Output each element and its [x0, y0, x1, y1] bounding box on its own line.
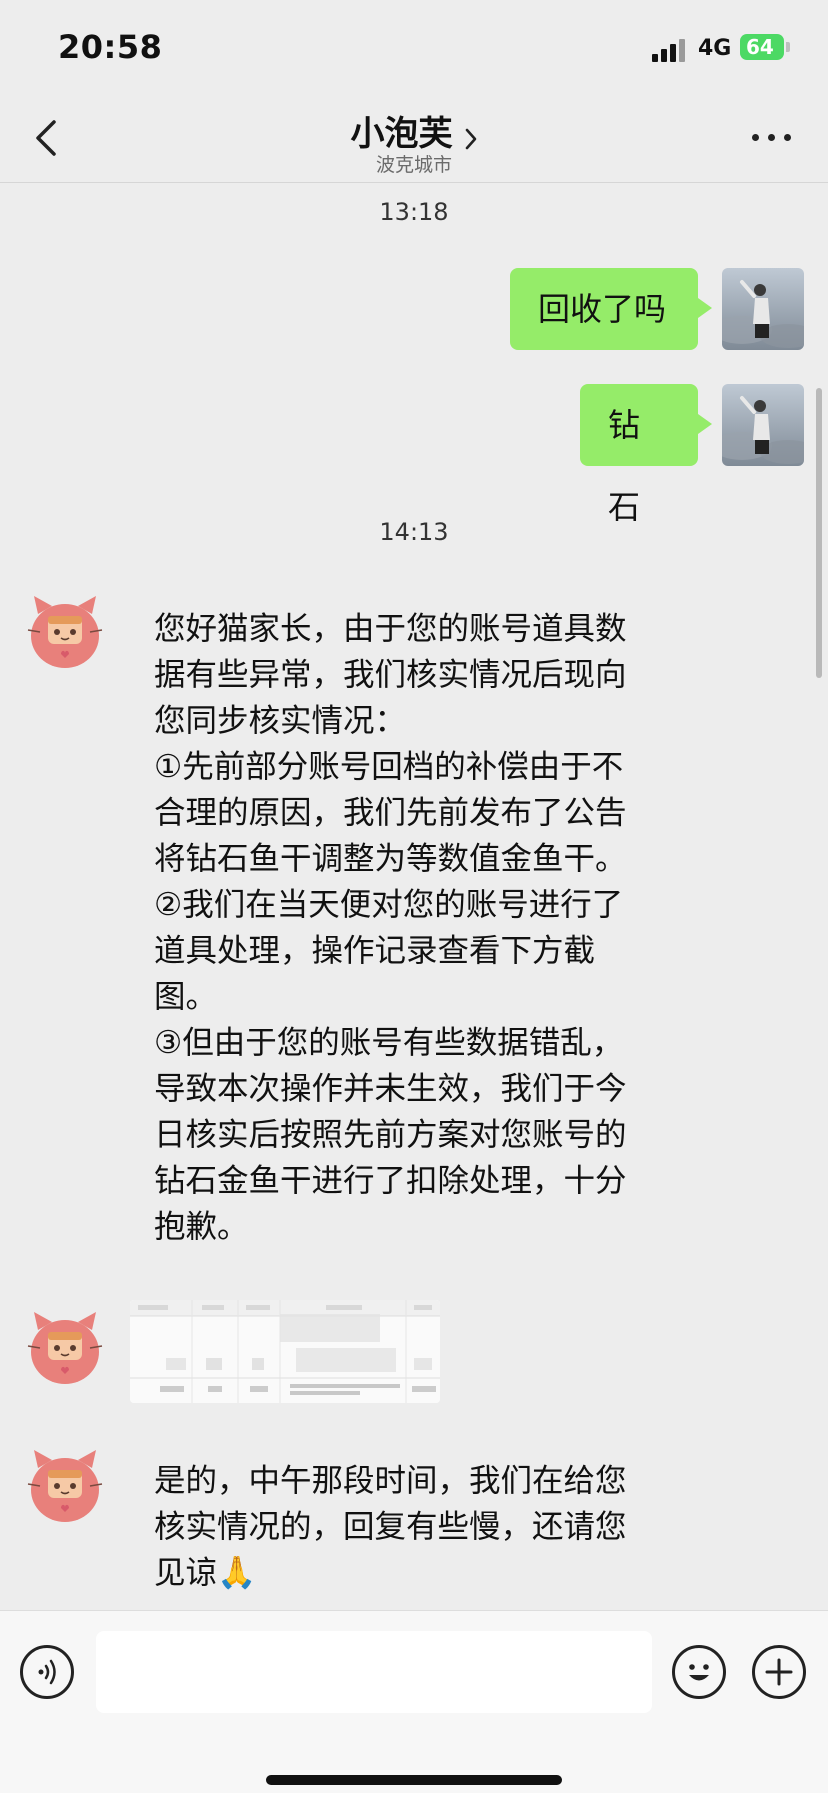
- cat-avatar[interactable]: [24, 1444, 106, 1526]
- battery-level: 64: [746, 35, 774, 59]
- input-bar: [0, 1610, 828, 1793]
- message-line: 钻石金鱼干进行了扣除处理，十分: [154, 1163, 627, 1199]
- message-line: 图。: [154, 979, 218, 1015]
- battery-icon: 64: [740, 34, 784, 60]
- chat-name: 小泡芙: [350, 114, 453, 154]
- message-line: 抱歉。: [154, 1209, 249, 1245]
- message-bubble-outgoing[interactable]: 钻石: [580, 384, 712, 526]
- user-avatar[interactable]: [722, 384, 804, 466]
- message-input[interactable]: [96, 1631, 652, 1713]
- message-line: 合理的原因，我们先前发布了公告: [154, 795, 627, 831]
- status-time: 20:58: [58, 28, 163, 66]
- message-line: ②我们在当天便对您的账号进行了: [154, 887, 624, 923]
- message-line: 将钻石鱼干调整为等数值金鱼干。: [154, 841, 627, 877]
- nav-bar: 小泡芙 波克城市: [0, 96, 828, 183]
- message-line: 您同步核实情况：: [154, 703, 407, 739]
- message-bubble-outgoing[interactable]: 回收了吗: [510, 268, 712, 350]
- status-bar: 20:58 4G 64: [0, 0, 828, 96]
- home-indicator[interactable]: [266, 1775, 562, 1785]
- message-line: 核实情况的，回复有些慢，还请您: [154, 1509, 627, 1545]
- network-label: 4G: [698, 36, 732, 61]
- signal-icon: [652, 38, 688, 62]
- message-bubble-incoming[interactable]: 您好猫家长，由于您的账号道具数 据有些异常，我们核实情况后现向 您同步核实情况：…: [154, 606, 694, 1250]
- user-avatar[interactable]: [722, 268, 804, 350]
- emoji-icon[interactable]: [672, 1645, 726, 1699]
- message-line: 见谅🙏: [154, 1555, 257, 1591]
- chat-title[interactable]: 小泡芙: [0, 106, 828, 155]
- voice-icon[interactable]: [20, 1645, 74, 1699]
- battery-tip: [786, 42, 790, 52]
- more-dots-icon[interactable]: [748, 126, 796, 150]
- timestamp: 13:18: [379, 198, 449, 226]
- message-line: ①先前部分账号回档的补偿由于不: [154, 749, 624, 785]
- message-line: 据有些异常，我们核实情况后现向: [154, 657, 627, 693]
- message-line: 导致本次操作并未生效，我们于今: [154, 1071, 627, 1107]
- plus-icon[interactable]: [752, 1645, 806, 1699]
- cat-avatar[interactable]: [24, 590, 106, 672]
- message-line: ③但由于您的账号有些数据错乱，: [154, 1025, 624, 1061]
- chat-subtitle: 波克城市: [375, 154, 452, 176]
- message-line: 日核实后按照先前方案对您账号的: [154, 1117, 627, 1153]
- scrollbar[interactable]: [816, 388, 822, 678]
- message-line: 您好猫家长，由于您的账号道具数: [154, 611, 627, 647]
- message-bubble-incoming[interactable]: 是的，中午那段时间，我们在给您 核实情况的，回复有些慢，还请您 见谅🙏: [154, 1458, 694, 1596]
- message-line: 是的，中午那段时间，我们在给您: [154, 1463, 627, 1499]
- cat-avatar[interactable]: [24, 1306, 106, 1388]
- screenshot-image[interactable]: [130, 1300, 440, 1403]
- timestamp: 14:13: [379, 518, 449, 546]
- message-line: 道具处理，操作记录查看下方截: [154, 933, 596, 969]
